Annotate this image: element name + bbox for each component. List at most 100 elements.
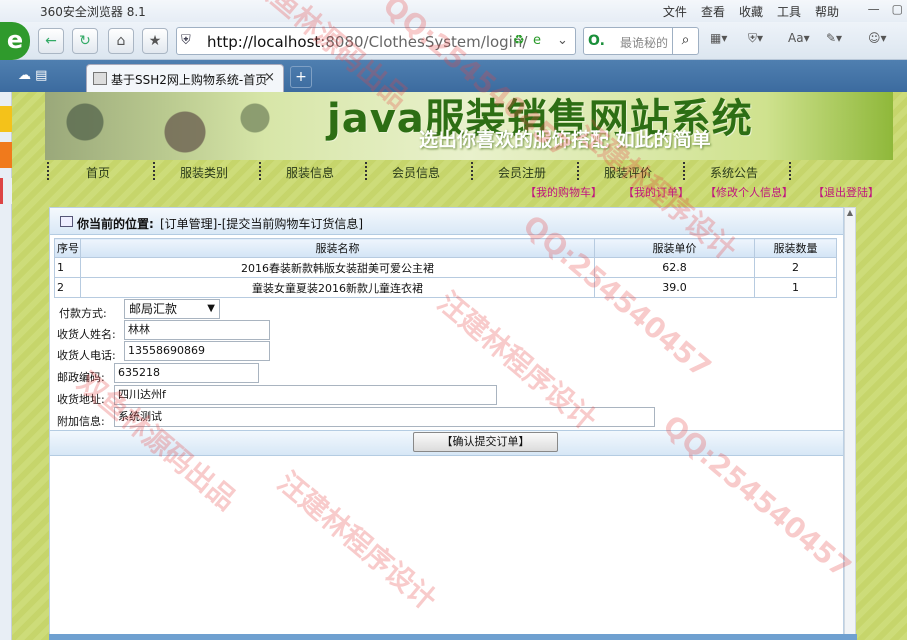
refresh-icon[interactable]: ↻ — [72, 28, 98, 54]
content-panel: 你当前的位置: [订单管理]-[提交当前购物车订货信息] 序号 服装名称 服装单… — [49, 207, 844, 640]
receiver-name-label: 收货人姓名: — [57, 328, 116, 341]
my-cart-link[interactable]: 【我的购物车】 — [525, 184, 602, 200]
extension-icon[interactable]: ✎▾ — [826, 31, 842, 45]
menu-item-member[interactable]: 会员信息 — [363, 164, 469, 181]
menu-help[interactable]: 帮助 — [815, 3, 839, 20]
my-orders-link[interactable]: 【我的订单】 — [623, 184, 689, 200]
sidebar-weibo-icon[interactable] — [0, 142, 12, 168]
menu-item-notice[interactable]: 系统公告 — [681, 164, 787, 181]
sidebar-app-icon[interactable] — [0, 178, 12, 204]
cell-qty: 2 — [754, 257, 837, 278]
note-input[interactable]: 系统测试 — [114, 407, 655, 427]
search-input[interactable]: 最诡秘的 — [620, 34, 668, 51]
menu-view[interactable]: 查看 — [701, 3, 725, 20]
breadcrumb: 你当前的位置: [订单管理]-[提交当前购物车订货信息] — [50, 208, 843, 235]
close-icon[interactable]: × — [264, 70, 275, 85]
minimize-icon[interactable]: — — [868, 2, 880, 16]
main-menu: 首页 服装类别 服装信息 会员信息 会员注册 服装评价 系统公告 — [45, 160, 893, 182]
menu-favorites[interactable]: 收藏 — [739, 3, 763, 20]
col-price: 服装单价 — [594, 238, 755, 258]
tab-home[interactable]: 基于SSH2网上购物系统-首页 × — [86, 64, 284, 92]
recycle-icon[interactable]: ♻ — [513, 33, 525, 48]
sidebar-star-icon[interactable] — [0, 106, 12, 132]
tab-bar: ☁ ▤ 基于SSH2网上购物系统-首页 × + — [0, 60, 907, 92]
maximize-icon[interactable]: ▢ — [892, 2, 903, 16]
new-tab-button[interactable]: + — [290, 66, 312, 88]
address-url[interactable]: http://localhost:8080/ClothesSystem/logi… — [207, 33, 527, 51]
payment-label: 付款方式: — [59, 307, 107, 320]
address-label: 收货地址: — [57, 393, 105, 406]
cell-price: 39.0 — [594, 277, 755, 298]
user-menu: 【我的购物车】 【我的订单】 【修改个人信息】 【退出登陆】 — [45, 182, 893, 200]
col-seq: 序号 — [54, 238, 81, 258]
tab-favicon — [93, 72, 107, 85]
chevron-down-icon[interactable]: ⌄ — [557, 33, 568, 48]
zip-input[interactable]: 635218 — [114, 363, 259, 383]
address-input[interactable]: 四川达州f — [114, 385, 497, 405]
payment-selected-value: 邮局汇款 — [129, 302, 178, 316]
browser-logo-icon: e — [0, 22, 30, 60]
menu-file[interactable]: 文件 — [663, 3, 687, 20]
submit-bar: 【确认提交订单】 — [50, 430, 843, 456]
cell-qty: 1 — [754, 277, 837, 298]
browser-menu-bar: 文件 查看 收藏 工具 帮助 — [663, 3, 839, 20]
window-controls: — ▢ — [868, 2, 903, 16]
col-qty: 服装数量 — [754, 238, 837, 258]
table-row: 1 2016春装新款韩版女装甜美可爱公主裙 62.8 2 — [54, 257, 837, 278]
order-table: 序号 服装名称 服装单价 服装数量 1 2016春装新款韩版女装甜美可爱公主裙 … — [54, 238, 837, 298]
note-label: 附加信息: — [57, 415, 105, 428]
translate-icon[interactable]: Aa▾ — [788, 31, 810, 45]
table-row: 2 童装女童夏装2016新款儿童连衣裙 39.0 1 — [54, 277, 837, 298]
location-icon — [60, 216, 73, 227]
browser-title-bar: 360安全浏览器 8.1 文件 查看 收藏 工具 帮助 — ▢ — [0, 0, 907, 22]
menu-tools[interactable]: 工具 — [777, 3, 801, 20]
dropdown-arrow-icon: ▼ — [207, 303, 215, 314]
browser-sidebar — [0, 92, 12, 640]
browser-nav-bar: e ← ↻ ⌂ ★ ⛨ http://localhost:8080/Clothe… — [0, 22, 907, 60]
star-icon[interactable]: ★ — [142, 28, 168, 54]
col-name: 服装名称 — [80, 238, 595, 258]
edit-profile-link[interactable]: 【修改个人信息】 — [705, 184, 793, 200]
ie-mode-icon[interactable]: e — [533, 33, 541, 48]
cell-seq: 1 — [54, 257, 81, 278]
search-engine-icon[interactable]: O. — [588, 33, 605, 49]
menu-item-clothes[interactable]: 服装信息 — [257, 164, 363, 181]
footer-strip — [49, 634, 857, 640]
back-arrow-icon[interactable]: ← — [38, 28, 64, 54]
cell-name: 2016春装新款韩版女装甜美可爱公主裙 — [80, 257, 595, 278]
receiver-phone-input[interactable]: 13558690869 — [124, 341, 270, 361]
address-bar[interactable]: ⛨ http://localhost:8080/ClothesSystem/lo… — [176, 27, 576, 55]
receiver-name-input[interactable]: 林林 — [124, 320, 270, 340]
page-scrollbar[interactable]: ▲ — [844, 207, 856, 640]
logout-link[interactable]: 【退出登陆】 — [813, 184, 879, 200]
confirm-submit-order-button[interactable]: 【确认提交订单】 — [413, 432, 558, 452]
scroll-up-icon[interactable]: ▲ — [845, 208, 855, 220]
shield-icon: ⛨ — [181, 33, 191, 48]
banner-subtitle: 选出你喜欢的服饰搭配 如此的简单 — [419, 129, 711, 151]
cell-seq: 2 — [54, 277, 81, 298]
more-icon[interactable]: ☺▾ — [868, 31, 887, 45]
tab-title: 基于SSH2网上购物系统-首页 — [111, 73, 268, 87]
search-box[interactable]: O. 最诡秘的 ⌕ — [583, 27, 699, 55]
cell-price: 62.8 — [594, 257, 755, 278]
menu-separator — [789, 162, 791, 180]
receiver-phone-label: 收货人电话: — [57, 349, 116, 362]
menu-item-review[interactable]: 服装评价 — [575, 164, 681, 181]
site-banner: java服装销售网站系统 选出你喜欢的服饰搭配 如此的简单 — [45, 92, 893, 160]
location-label: 你当前的位置: — [77, 217, 154, 231]
browser-title: 360安全浏览器 8.1 — [40, 5, 146, 19]
search-icon[interactable]: ⌕ — [672, 27, 698, 55]
apps-icon[interactable]: ▦▾ — [710, 31, 727, 45]
security-icon[interactable]: ⛨▾ — [748, 31, 763, 46]
cloud-icon[interactable]: ☁ ▤ — [18, 68, 47, 83]
cell-name: 童装女童夏装2016新款儿童连衣裙 — [80, 277, 595, 298]
menu-item-home[interactable]: 首页 — [45, 164, 151, 181]
payment-select[interactable]: 邮局汇款 ▼ — [124, 299, 220, 319]
location-value: [订单管理]-[提交当前购物车订货信息] — [160, 217, 364, 231]
menu-item-category[interactable]: 服装类别 — [151, 164, 257, 181]
table-header-row: 序号 服装名称 服装单价 服装数量 — [54, 238, 837, 258]
menu-item-register[interactable]: 会员注册 — [469, 164, 575, 181]
zip-label: 邮政编码: — [57, 371, 105, 384]
banner-illustration — [45, 92, 295, 160]
home-icon[interactable]: ⌂ — [108, 28, 134, 54]
